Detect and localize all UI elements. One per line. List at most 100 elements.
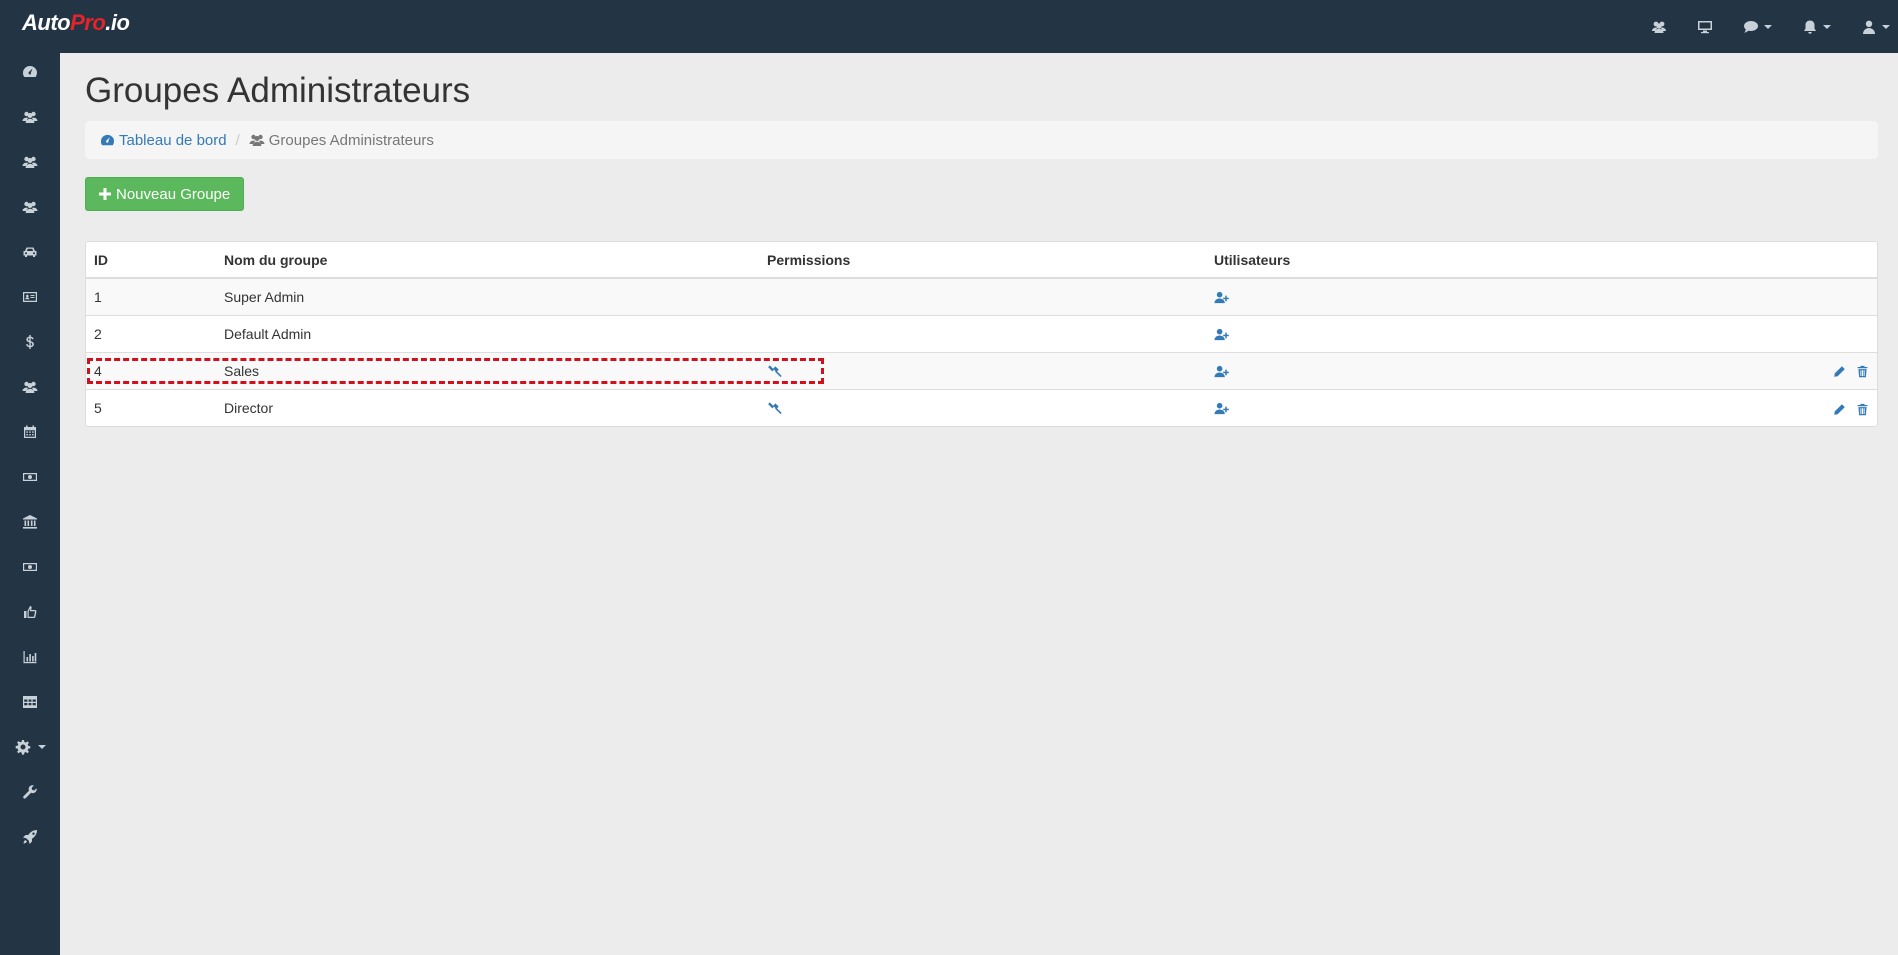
topnav-messages-dropdown[interactable] — [1743, 19, 1772, 35]
user-plus-icon — [1214, 365, 1229, 378]
topnav-users-button[interactable] — [1651, 19, 1667, 35]
sidebar-item-reviews[interactable] — [0, 594, 60, 630]
sidebar-item-users-3[interactable] — [0, 189, 60, 225]
id-card-icon — [23, 292, 37, 302]
cell-users — [1206, 277, 1786, 315]
pencil-icon — [1834, 403, 1845, 415]
cell-actions — [1786, 314, 1877, 352]
logo-text-io: .io — [105, 10, 130, 35]
cell-permissions — [759, 351, 1206, 389]
cell-users — [1206, 351, 1786, 389]
table-row: 5 Director — [86, 388, 1877, 426]
table-row: 1 Super Admin — [86, 277, 1877, 315]
thumbs-up-icon — [24, 606, 37, 618]
cell-actions — [1786, 351, 1877, 389]
dollar-icon — [26, 335, 34, 349]
money-icon — [23, 473, 37, 481]
sidebar-item-payments[interactable] — [0, 459, 60, 495]
users-icon — [1652, 21, 1666, 33]
sidebar-item-vehicles[interactable] — [0, 234, 60, 270]
groups-table: ID Nom du groupe Permissions Utilisateur… — [86, 242, 1877, 426]
table-row: 4 Sales — [86, 351, 1877, 389]
new-group-button[interactable]: Nouveau Groupe — [85, 177, 245, 211]
gavel-icon — [768, 402, 782, 414]
groups-table-container: ID Nom du groupe Permissions Utilisateur… — [85, 241, 1878, 427]
monitor-icon — [1698, 20, 1712, 33]
cell-users — [1206, 314, 1786, 352]
sidebar-item-cash[interactable] — [0, 549, 60, 585]
sidebar-item-reports[interactable] — [0, 639, 60, 675]
cell-users — [1206, 388, 1786, 426]
cell-permissions — [759, 388, 1206, 426]
users-icon — [22, 381, 38, 393]
chat-icon — [1744, 20, 1758, 33]
add-user-button[interactable] — [1214, 401, 1229, 416]
sidebar-item-dashboard[interactable] — [0, 54, 60, 90]
sidebar-item-tables[interactable] — [0, 684, 60, 720]
sidebar-item-users-4[interactable] — [0, 369, 60, 405]
chevron-down-icon — [1823, 24, 1831, 29]
edit-button[interactable] — [1833, 365, 1846, 378]
add-user-button[interactable] — [1214, 290, 1229, 305]
table-icon — [23, 696, 37, 708]
column-header-actions — [1786, 242, 1877, 279]
delete-button[interactable] — [1856, 365, 1869, 378]
bell-icon — [1804, 20, 1816, 34]
add-user-button[interactable] — [1214, 364, 1229, 379]
column-header-id: ID — [86, 242, 216, 279]
delete-button[interactable] — [1856, 403, 1869, 416]
user-plus-icon — [1214, 403, 1229, 415]
users-icon — [22, 201, 38, 213]
breadcrumb-current-label: Groupes Administrateurs — [268, 131, 434, 149]
sidebar — [0, 53, 60, 955]
sidebar-item-calendar[interactable] — [0, 414, 60, 450]
permissions-button[interactable] — [767, 401, 782, 416]
main-content: Groupes Administrateurs Tableau de bord … — [60, 53, 1898, 955]
sidebar-item-contacts[interactable] — [0, 279, 60, 315]
breadcrumb-home-label: Tableau de bord — [119, 131, 227, 149]
sidebar-item-bank[interactable] — [0, 504, 60, 540]
topnav-monitor-button[interactable] — [1697, 19, 1713, 35]
topnav-user-dropdown[interactable] — [1861, 19, 1890, 35]
logo-text-auto: Auto — [22, 10, 71, 35]
chevron-down-icon — [1764, 24, 1772, 29]
add-user-button[interactable] — [1214, 327, 1229, 342]
app-logo[interactable]: AutoPro.io — [22, 10, 130, 36]
calendar-icon — [24, 425, 36, 438]
page-title: Groupes Administrateurs — [85, 71, 471, 110]
cell-permissions — [759, 277, 1206, 315]
cell-actions — [1786, 277, 1877, 315]
users-icon — [22, 156, 38, 168]
breadcrumb: Tableau de bord / Groupes Administrateur… — [85, 121, 1878, 159]
sidebar-item-tools[interactable] — [0, 774, 60, 810]
sidebar-item-users-2[interactable] — [0, 144, 60, 180]
top-navbar: AutoPro.io — [0, 0, 1898, 53]
cell-id: 5 — [86, 388, 216, 426]
trash-icon — [1857, 366, 1868, 378]
cell-actions — [1786, 388, 1877, 426]
chevron-down-icon — [1882, 24, 1890, 29]
table-header-row: ID Nom du groupe Permissions Utilisateur… — [86, 242, 1877, 279]
car-icon — [23, 247, 37, 257]
topnav-notifications-dropdown[interactable] — [1802, 19, 1831, 35]
sidebar-item-settings[interactable] — [0, 729, 60, 765]
edit-button[interactable] — [1833, 403, 1846, 416]
wrench-icon — [23, 785, 37, 799]
bar-chart-icon — [23, 651, 37, 664]
logo-text-pro: Pro — [70, 10, 106, 35]
user-plus-icon — [1214, 292, 1229, 304]
cell-group-name: Super Admin — [216, 277, 759, 315]
table-row: 2 Default Admin — [86, 314, 1877, 352]
plus-icon — [99, 188, 111, 200]
user-plus-icon — [1214, 328, 1229, 341]
cell-id: 2 — [86, 314, 216, 352]
user-icon — [1863, 20, 1875, 34]
pencil-icon — [1834, 366, 1845, 378]
trash-icon — [1857, 403, 1868, 415]
sidebar-item-finance[interactable] — [0, 324, 60, 360]
sidebar-item-launch[interactable] — [0, 819, 60, 855]
sidebar-item-users-1[interactable] — [0, 99, 60, 135]
permissions-button[interactable] — [767, 364, 782, 379]
money-icon — [23, 563, 37, 571]
breadcrumb-home-link[interactable]: Tableau de bord — [100, 132, 227, 149]
